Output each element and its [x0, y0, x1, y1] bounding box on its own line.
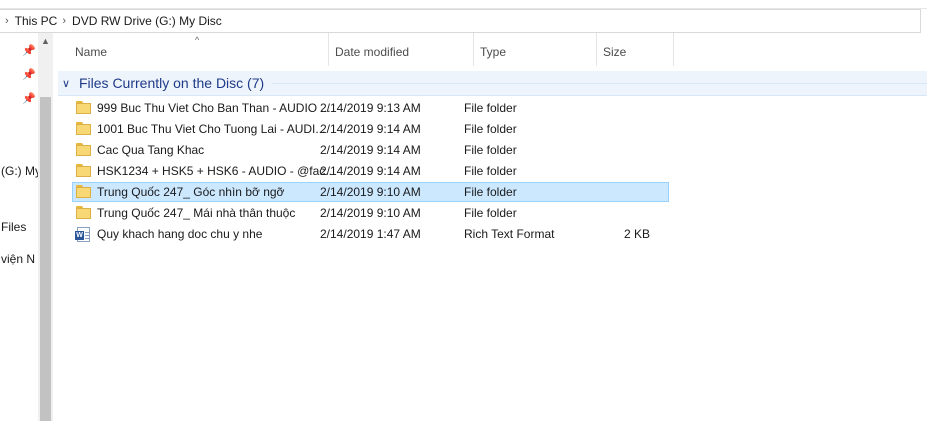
file-type: File folder	[464, 206, 517, 220]
column-header-date-modified[interactable]: Date modified	[329, 33, 474, 66]
file-type: File folder	[464, 101, 517, 115]
nav-item-files[interactable]: Files	[1, 220, 26, 234]
scrollbar-thumb[interactable]	[40, 97, 51, 421]
file-name: 999 Buc Thu Viet Cho Ban Than - AUDIO ..…	[97, 101, 331, 115]
folder-icon	[76, 143, 92, 157]
column-header-size[interactable]: Size	[597, 33, 674, 66]
chevron-right-icon[interactable]: ›	[62, 15, 66, 27]
nav-item-dvd-drive[interactable]: (G:) My	[1, 164, 38, 178]
file-type: File folder	[464, 185, 517, 199]
file-type: File folder	[464, 122, 517, 136]
address-bar[interactable]: › This PC › DVD RW Drive (G:) My Disc	[0, 9, 921, 33]
scroll-up-icon[interactable]: ▲	[38, 33, 53, 50]
group-header[interactable]: ∨ Files Currently on the Disc (7)	[58, 71, 927, 95]
word-document-icon: W	[75, 227, 92, 242]
file-type: File folder	[464, 143, 517, 157]
folder-icon	[76, 185, 92, 199]
file-list-pane: ^ Name Date modified Type Size ∨ Files C…	[55, 33, 927, 421]
folder-icon	[76, 164, 92, 178]
file-date-modified: 2/14/2019 9:14 AM	[320, 143, 421, 157]
file-row[interactable]: HSK1234 + HSK5 + HSK6 - AUDIO - @fac... 2…	[72, 161, 669, 181]
folder-icon	[76, 206, 92, 220]
file-row[interactable]: Trung Quốc 247_ Góc nhìn bỡ ngỡ 2/14/2019…	[72, 182, 669, 202]
breadcrumb-this-pc[interactable]: This PC	[15, 14, 58, 28]
file-date-modified: 2/14/2019 9:10 AM	[320, 185, 421, 199]
file-row[interactable]: W Quy khach hang doc chu y nhe 2/14/2019 1…	[72, 224, 669, 244]
folder-icon	[76, 101, 92, 115]
file-name: Quy khach hang doc chu y nhe	[97, 227, 263, 241]
group-divider	[272, 82, 927, 84]
file-row[interactable]: Trung Quốc 247_ Mái nhà thân thuộc 2/14/2…	[72, 203, 669, 223]
pin-icon[interactable]: 📌	[22, 69, 36, 81]
nav-item-thu-vien[interactable]: viện N	[1, 252, 35, 266]
pin-icon[interactable]: 📌	[22, 45, 36, 57]
file-name: Trung Quốc 247_ Góc nhìn bỡ ngỡ	[97, 185, 285, 199]
navigation-pane: 📌 📌 📌 (G:) My Files viện N	[0, 33, 38, 421]
file-date-modified: 2/14/2019 9:14 AM	[320, 164, 421, 178]
file-date-modified: 2/14/2019 9:14 AM	[320, 122, 421, 136]
file-name: 1001 Buc Thu Viet Cho Tuong Lai - AUDI..…	[97, 122, 326, 136]
file-date-modified: 2/14/2019 1:47 AM	[320, 227, 421, 241]
window-top-strip	[0, 0, 927, 9]
file-date-modified: 2/14/2019 9:10 AM	[320, 206, 421, 220]
file-size: 2 KB	[623, 227, 650, 241]
file-row[interactable]: 1001 Buc Thu Viet Cho Tuong Lai - AUDI..…	[72, 119, 669, 139]
file-name: HSK1234 + HSK5 + HSK6 - AUDIO - @fac...	[97, 164, 331, 178]
column-header-type[interactable]: Type	[474, 33, 597, 66]
file-row[interactable]: Cac Qua Tang Khac 2/14/2019 9:14 AM File f…	[72, 140, 669, 160]
nav-scrollbar[interactable]: ▲	[38, 33, 53, 421]
group-title: Files Currently on the Disc (7)	[79, 75, 265, 91]
chevron-down-icon[interactable]: ∨	[62, 77, 76, 90]
column-header-name[interactable]: Name	[69, 33, 329, 66]
breadcrumb-dvd-drive[interactable]: DVD RW Drive (G:) My Disc	[72, 14, 222, 28]
file-name: Trung Quốc 247_ Mái nhà thân thuộc	[97, 206, 296, 220]
folder-icon	[76, 122, 92, 136]
file-name: Cac Qua Tang Khac	[97, 143, 205, 157]
pin-icon[interactable]: 📌	[22, 93, 36, 105]
file-type: File folder	[464, 164, 517, 178]
chevron-right-icon[interactable]: ›	[5, 15, 9, 27]
file-type: Rich Text Format	[464, 227, 555, 241]
file-row[interactable]: 999 Buc Thu Viet Cho Ban Than - AUDIO ..…	[72, 98, 669, 118]
file-date-modified: 2/14/2019 9:13 AM	[320, 101, 421, 115]
